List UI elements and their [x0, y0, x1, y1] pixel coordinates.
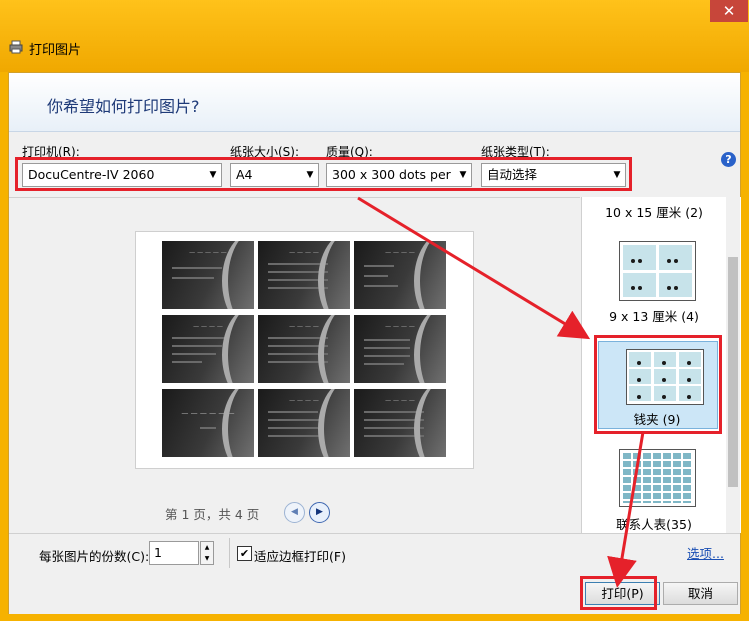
arrow-to-wallet: [357, 196, 591, 340]
annotation-arrows: [357, 196, 645, 588]
arrow-to-print: [607, 431, 645, 588]
window-frame: ✕ 打印图片 你希望如何打印图片? 打印机(R): 纸张大小(S): 质量(Q)…: [0, 0, 749, 621]
